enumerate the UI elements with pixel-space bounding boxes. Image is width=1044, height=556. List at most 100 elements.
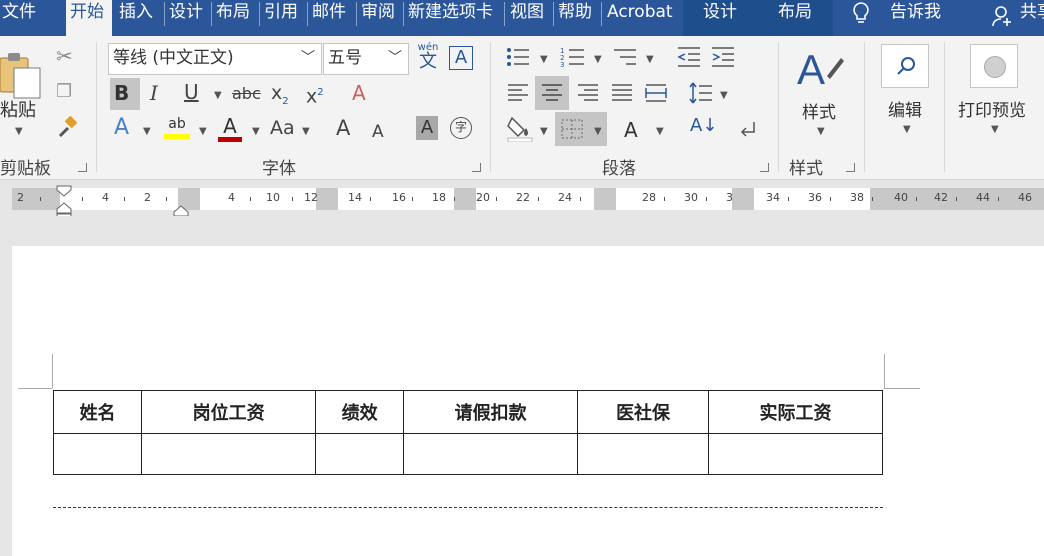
tab-file[interactable]: 文件 [2, 0, 42, 36]
highlight-dropdown-icon[interactable]: ▼ [199, 126, 207, 137]
paste-button[interactable]: 粘贴 [0, 96, 36, 122]
table-header-cell[interactable]: 绩效 [315, 390, 405, 434]
align-right-icon[interactable] [576, 82, 600, 108]
phonetic-guide-icon[interactable]: wén 文 [415, 41, 441, 71]
tab-table-layout[interactable]: 布局 [757, 0, 833, 36]
enclose-characters-icon[interactable]: 字 [450, 117, 472, 139]
table-cell[interactable] [315, 433, 405, 475]
editing-button[interactable]: 编辑 [888, 96, 922, 121]
grow-font-icon[interactable]: A [336, 118, 350, 139]
underline-icon[interactable]: U [184, 82, 199, 102]
first-line-indent-icon[interactable] [56, 182, 72, 201]
font-size-select[interactable]: 五号 ﹀ [323, 43, 409, 75]
borders-icon[interactable] [560, 118, 584, 144]
distributed-icon[interactable] [644, 82, 668, 108]
multilevel-list-icon[interactable] [612, 46, 638, 72]
tell-me-search[interactable]: 告诉我 [890, 0, 941, 36]
line-spacing-icon[interactable] [688, 80, 714, 110]
underline-dropdown-icon[interactable]: ▼ [214, 90, 222, 101]
text-effects-icon[interactable]: A [114, 117, 129, 139]
font-name-select[interactable]: 等线 (中文正文) ﹀ [108, 43, 322, 75]
tab-insert[interactable]: 插入 [119, 0, 153, 36]
table-header-cell[interactable]: 请假扣款 [403, 390, 579, 434]
font-color-dropdown-icon[interactable]: ▼ [252, 126, 260, 137]
table-header-cell[interactable]: 实际工资 [708, 390, 883, 434]
tab-review[interactable]: 审阅 [361, 0, 395, 36]
tab-help[interactable]: 帮助 [558, 0, 592, 36]
ruler-column-marker[interactable] [732, 188, 754, 210]
vertical-ruler[interactable] [0, 216, 12, 556]
styles-launcher-icon[interactable] [846, 163, 855, 172]
clipboard-launcher-icon[interactable] [78, 163, 87, 172]
justify-icon[interactable] [610, 82, 634, 108]
strikethrough-icon[interactable]: abc [232, 84, 261, 104]
table-header-cell[interactable]: 医社保 [577, 390, 710, 434]
paste-dropdown-icon[interactable]: ▼ [15, 126, 23, 137]
sort-icon[interactable]: A↓ [690, 116, 717, 136]
italic-icon[interactable]: I [150, 83, 158, 103]
tab-view[interactable]: 视图 [510, 0, 544, 36]
ruler-column-marker[interactable] [454, 188, 476, 210]
show-marks-icon[interactable] [736, 118, 760, 144]
horizontal-ruler[interactable]: 2 4 2 4 10 12 14 16 18 20 22 24 28 30 3 … [0, 180, 1044, 220]
format-painter-icon[interactable] [56, 115, 80, 144]
tab-home[interactable]: 开始 [66, 0, 112, 36]
text-effects-dropdown-icon[interactable]: ▼ [143, 126, 151, 137]
print-preview-dropdown-icon[interactable]: ▼ [991, 124, 999, 135]
shading-icon[interactable] [506, 114, 534, 146]
table-cell[interactable] [403, 433, 579, 475]
tab-references[interactable]: 引用 [264, 0, 298, 36]
table-header-cell[interactable]: 岗位工资 [141, 390, 317, 434]
character-border-icon[interactable]: A [449, 46, 473, 70]
decrease-indent-icon[interactable] [676, 46, 702, 72]
editing-button-frame[interactable] [881, 44, 929, 88]
styles-button[interactable]: 样式 [802, 98, 836, 123]
asian-layout-dropdown-icon[interactable]: ▼ [656, 126, 664, 137]
bullets-dropdown-icon[interactable]: ▼ [540, 54, 548, 65]
subscript-icon[interactable]: x2 [271, 83, 289, 112]
bold-icon[interactable]: B [114, 83, 129, 103]
ruler-column-marker[interactable] [316, 188, 338, 210]
table-cell[interactable] [52, 433, 143, 475]
line-spacing-dropdown-icon[interactable]: ▼ [720, 90, 728, 101]
bullets-icon[interactable] [505, 46, 531, 72]
share-person-icon[interactable] [992, 4, 1014, 33]
tab-layout[interactable]: 布局 [216, 0, 250, 36]
character-shading-icon[interactable]: A [416, 116, 438, 140]
table-cell[interactable] [577, 433, 710, 475]
tab-acrobat[interactable]: Acrobat [607, 0, 673, 36]
multilevel-dropdown-icon[interactable]: ▼ [646, 54, 654, 65]
cut-icon[interactable]: ✂ [56, 46, 73, 66]
align-center-icon[interactable] [540, 82, 564, 108]
editing-dropdown-icon[interactable]: ▼ [903, 124, 911, 135]
shading-dropdown-icon[interactable]: ▼ [540, 126, 548, 137]
align-left-icon[interactable] [506, 82, 530, 108]
ruler-column-marker[interactable] [594, 188, 616, 210]
tab-new[interactable]: 新建选项卡 [408, 0, 493, 36]
copy-icon[interactable]: ❐ [56, 82, 72, 102]
table-cell[interactable] [141, 433, 317, 475]
asian-layout-icon[interactable]: A [624, 120, 638, 140]
styles-icon[interactable]: A [797, 46, 845, 96]
font-launcher-icon[interactable] [472, 163, 481, 172]
table-cell[interactable] [708, 433, 883, 475]
highlight-color-icon[interactable]: ab [164, 116, 190, 139]
superscript-icon[interactable]: x2 [306, 83, 324, 106]
salary-table[interactable]: 姓名 岗位工资 绩效 请假扣款 医社保 实际工资 [52, 390, 883, 475]
paragraph-launcher-icon[interactable] [760, 163, 769, 172]
shrink-font-icon[interactable]: A [372, 122, 384, 142]
numbering-icon[interactable]: 123 [560, 46, 586, 72]
numbering-dropdown-icon[interactable]: ▼ [594, 54, 602, 65]
tab-mailings[interactable]: 邮件 [312, 0, 346, 36]
tab-design[interactable]: 设计 [169, 0, 203, 36]
change-case-dropdown-icon[interactable]: ▼ [302, 126, 310, 137]
change-case-icon[interactable]: Aa [270, 118, 295, 138]
font-color-icon[interactable]: A [218, 116, 242, 142]
tab-table-design[interactable]: 设计 [683, 0, 757, 36]
clear-formatting-icon[interactable]: A [352, 83, 366, 103]
print-preview-button[interactable]: 打印预览 [958, 96, 1026, 121]
share-button[interactable]: 共享 [1020, 0, 1044, 36]
increase-indent-icon[interactable] [710, 46, 736, 72]
print-preview-frame[interactable] [970, 44, 1018, 88]
styles-dropdown-icon[interactable]: ▼ [817, 126, 825, 137]
